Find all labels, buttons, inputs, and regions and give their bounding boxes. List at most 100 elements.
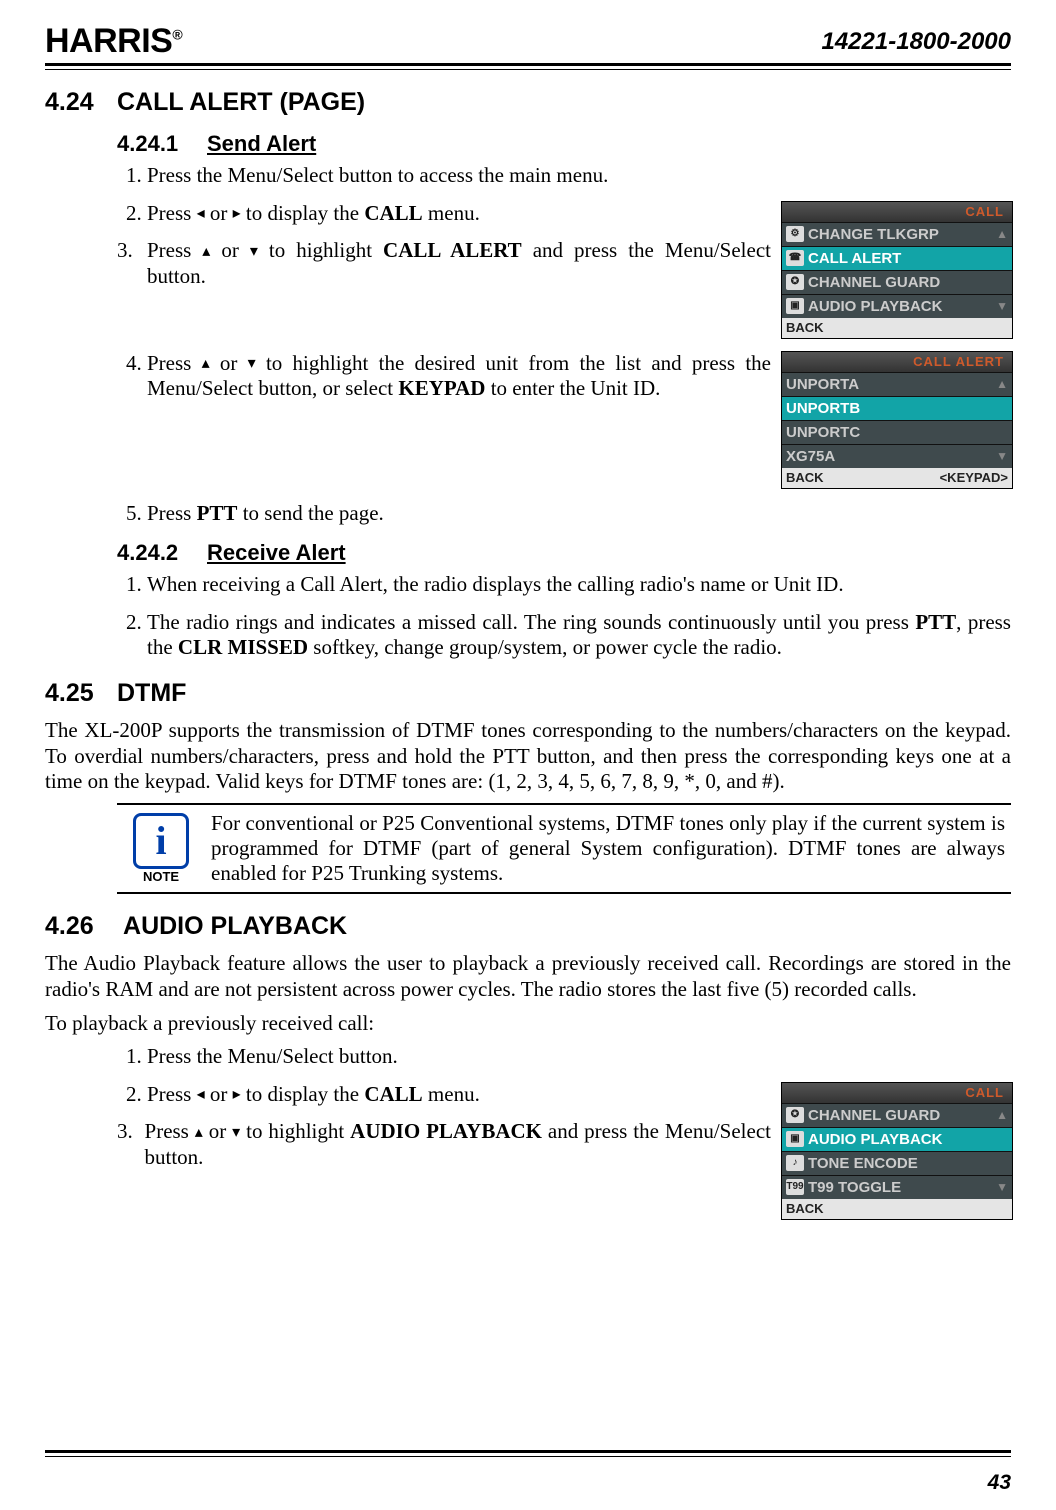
up-arrow-icon: ▴ (202, 242, 210, 262)
step-5: Press PTT to send the page. (147, 501, 1011, 527)
t: PTT (197, 501, 238, 525)
t: KEYPAD (398, 376, 485, 400)
right-arrow-icon: ▸ (233, 204, 241, 224)
footer-rule (45, 1450, 1011, 1457)
down-arrow-icon: ▾ (248, 354, 256, 374)
header-rule (45, 63, 1011, 70)
menu-icon: ☎ (786, 250, 804, 266)
unit-item: XG75A (786, 449, 992, 464)
section-4-24-heading: 4.24CALL ALERT (PAGE) (45, 88, 1011, 117)
t: to highlight (240, 1119, 350, 1143)
screenshot-call-alert-units: CALL ALERT UNPORTA▲ UNPORTB UNPORTC XG75… (781, 351, 1011, 489)
section-4-26-num: 4.26 (45, 912, 117, 941)
menu-icon: ♪ (786, 1155, 804, 1171)
down-arrow-icon: ▾ (232, 1123, 240, 1143)
t: CALL (364, 1082, 422, 1106)
step-2: The radio rings and indicates a missed c… (147, 610, 1011, 661)
menu-item: AUDIO PLAYBACK (808, 299, 992, 314)
screenshot-call-menu: CALL ⚙CHANGE TLKGRP▲ ☎CALL ALERT ✪CHANNE… (781, 201, 1011, 339)
section-4-25-title: DTMF (117, 679, 186, 707)
section-4-24-title: CALL ALERT (PAGE) (117, 88, 365, 116)
audio-playback-body2: To playback a previously received call: (45, 1011, 1011, 1037)
page: HARRIS® 14221-1800-2000 4.24CALL ALERT (… (0, 0, 1056, 1510)
dtmf-body: The XL-200P supports the transmission of… (45, 718, 1011, 795)
note-text: For conventional or P25 Conventional sys… (205, 805, 1011, 893)
keypad-softkey: <KEYPAD> (940, 471, 1008, 484)
t: Press the Menu/Select button. (147, 1044, 398, 1068)
down-arrow-icon: ▾ (250, 242, 258, 262)
up-arrow-icon: ▴ (195, 1123, 203, 1143)
t: The radio rings and indicates a missed c… (147, 610, 915, 634)
t: to highlight (258, 238, 383, 262)
subsection-4-24-1-num: 4.24.1 (117, 131, 207, 157)
note-label: NOTE (143, 869, 179, 884)
page-number: 43 (988, 1471, 1011, 1495)
t: menu. (423, 201, 480, 225)
send-alert-steps: Press the Menu/Select button to access t… (117, 163, 1011, 526)
step-1: When receiving a Call Alert, the radio d… (147, 572, 1011, 598)
unit-item: UNPORTB (786, 401, 1008, 416)
menu-icon: ▣ (786, 298, 804, 314)
step-2: Press ◂ or ▸ to display the CALL menu. 3… (147, 201, 1011, 339)
menu-item: TONE ENCODE (808, 1156, 1008, 1171)
t: CLR MISSED (178, 635, 308, 659)
menu-item: AUDIO PLAYBACK (808, 1132, 1008, 1147)
subsection-4-24-2-title: Receive Alert (207, 540, 346, 565)
t: menu. (423, 1082, 480, 1106)
back-softkey: BACK (786, 1202, 824, 1215)
t: Press (147, 238, 202, 262)
tab-label: CALL ALERT (909, 354, 1008, 369)
step-1: Press the Menu/Select button to access t… (147, 163, 1011, 189)
t: or (205, 1082, 233, 1106)
screenshot-audio-menu: CALL ✪CHANNEL GUARD▲ ▣AUDIO PLAYBACK ♪TO… (781, 1082, 1011, 1220)
unit-item: UNPORTA (786, 377, 992, 392)
receive-alert-steps: When receiving a Call Alert, the radio d… (117, 572, 1011, 661)
logo-reg: ® (172, 27, 182, 43)
logo-text: HARRIS (45, 22, 172, 60)
t: AUDIO PLAYBACK (350, 1119, 542, 1143)
subsection-4-24-2-heading: 4.24.2Receive Alert (117, 540, 1011, 566)
step-2: Press ◂ or ▸ to display the CALL menu. 3… (147, 1082, 1011, 1220)
t: to enter the Unit ID. (485, 376, 660, 400)
t: or (203, 1119, 232, 1143)
right-arrow-icon: ▸ (233, 1085, 241, 1105)
document-number: 14221-1800-2000 (821, 28, 1011, 56)
step-1: Press the Menu/Select button. (147, 1044, 1011, 1070)
left-arrow-icon: ◂ (197, 1085, 205, 1105)
subsection-4-24-1-title: Send Alert (207, 131, 316, 156)
menu-icon: ⚙ (786, 226, 804, 242)
back-softkey: BACK (786, 471, 824, 484)
t: softkey, change group/system, or power c… (308, 635, 782, 659)
step-4: Press ▴ or ▾ to highlight the desired un… (147, 351, 1011, 489)
menu-icon: T99 (786, 1179, 804, 1195)
menu-icon: ✪ (786, 274, 804, 290)
t: to display the (241, 201, 365, 225)
menu-item: CHANNEL GUARD (808, 1108, 992, 1123)
note-box: i NOTE For conventional or P25 Conventio… (117, 803, 1011, 895)
tab-label: CALL (961, 1085, 1008, 1100)
t: Press (147, 351, 202, 375)
step-1-text: Press the Menu/Select button to access t… (147, 163, 608, 187)
t: to display the (241, 1082, 365, 1106)
t: PTT (915, 610, 956, 634)
t: Press (147, 501, 197, 525)
section-4-25-heading: 4.25DTMF (45, 679, 1011, 708)
tab-label: CALL (961, 204, 1008, 219)
menu-item: T99 TOGGLE (808, 1180, 992, 1195)
back-softkey: BACK (786, 321, 824, 334)
audio-playback-body: The Audio Playback feature allows the us… (45, 951, 1011, 1002)
left-arrow-icon: ◂ (197, 204, 205, 224)
section-4-25-num: 4.25 (45, 679, 117, 708)
menu-icon: ▣ (786, 1131, 804, 1147)
subsection-4-24-1-heading: 4.24.1Send Alert (117, 131, 1011, 157)
subsection-4-24-2-num: 4.24.2 (117, 540, 207, 566)
info-icon: i (133, 813, 189, 869)
t: CALL (364, 201, 422, 225)
t: or (205, 201, 233, 225)
note-icon-cell: i NOTE (117, 805, 205, 893)
menu-item: CALL ALERT (808, 251, 1008, 266)
section-4-26-heading: 4.26 AUDIO PLAYBACK (45, 912, 1011, 941)
logo: HARRIS® (45, 22, 182, 61)
section-4-24-num: 4.24 (45, 88, 117, 117)
t: Press (147, 1082, 197, 1106)
